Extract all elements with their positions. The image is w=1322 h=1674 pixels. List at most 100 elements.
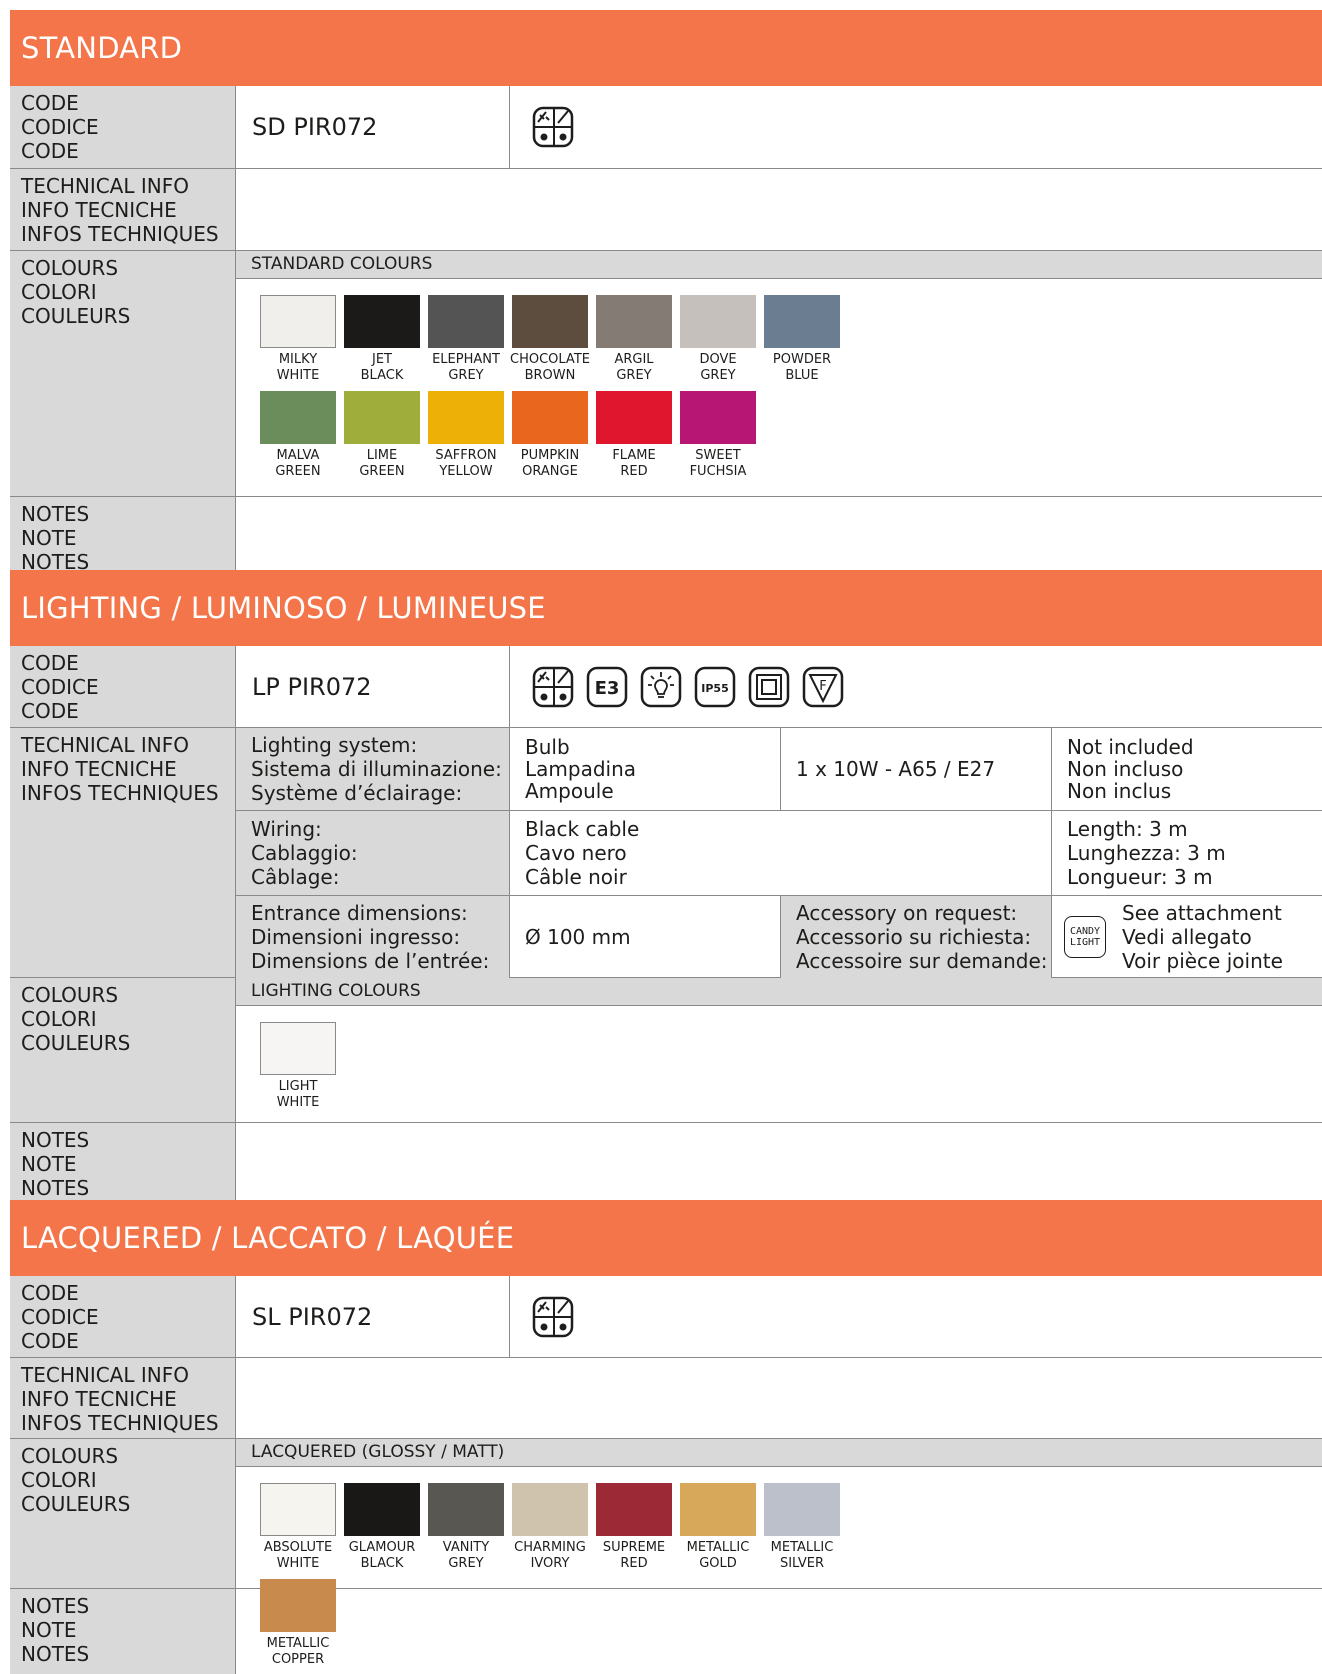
indoor-outdoor-icon (532, 666, 574, 708)
double-insulation-icon (748, 666, 790, 708)
technical-info-row: TECHNICAL INFO INFO TECNICHE INFOS TECHN… (10, 1358, 1322, 1439)
colour-name: DOVE GREY (699, 352, 737, 383)
colour-chip (344, 391, 420, 444)
icon-strip (532, 86, 574, 168)
colour-name: VANITY GREY (442, 1540, 490, 1571)
bulb-included: Not included Non incluso Non inclus (1067, 735, 1194, 803)
notes-row: NOTES NOTE NOTES (10, 497, 1322, 574)
section-lacquered: LACQUERED / LACCATO / LAQUÉE CODE CODICE… (10, 1200, 1322, 1674)
colour-chip (260, 391, 336, 444)
technical-info-label: TECHNICAL INFO INFO TECNICHE INFOS TECHN… (10, 728, 236, 977)
colour-swatch: ELEPHANT GREY (428, 295, 504, 384)
colour-swatch: VANITY GREY (428, 1483, 504, 1572)
colour-name: PUMPKIN ORANGE (520, 448, 580, 479)
product-code: SD PIR072 (236, 86, 510, 168)
notes-row: NOTES NOTE NOTES (10, 1123, 1322, 1200)
technical-info-label: TECHNICAL INFO INFO TECNICHE INFOS TECHN… (10, 169, 236, 250)
section-standard: STANDARD CODE CODICE CODE SD PIR072 TECH… (10, 10, 1322, 574)
section-title: STANDARD (10, 10, 1322, 86)
colour-swatch: SUPREME RED (596, 1483, 672, 1572)
f-mark-icon: F (802, 666, 844, 708)
colour-chip (680, 295, 756, 348)
entrance-diameter: Ø 100 mm (510, 896, 781, 978)
code-label: CODE CODICE CODE (10, 86, 236, 168)
section-title: LIGHTING / LUMINOSO / LUMINEUSE (10, 570, 1322, 646)
wiring-row: Wiring: Cablaggio: Câblage: Black cable … (236, 811, 1322, 896)
colours-subheader: LIGHTING COLOURS (236, 978, 1322, 1006)
colour-swatch: METALLIC SILVER (764, 1483, 840, 1572)
ip55-icon: IP55 (694, 666, 736, 708)
bulb-spec: 1 x 10W - A65 / E27 (781, 728, 1052, 810)
entrance-row: Entrance dimensions: Dimensioni ingresso… (236, 896, 1322, 978)
colour-name: CHOCOLATE BROWN (510, 352, 590, 383)
colours-row: COLOURS COLORI COULEURS LACQUERED (GLOSS… (10, 1439, 1322, 1667)
accessory-attachment: CANDY LIGHT See attachment Vedi allegato… (1052, 896, 1322, 978)
notes-label: NOTES NOTE NOTES (10, 1589, 236, 1674)
colour-swatch: METALLIC GOLD (680, 1483, 756, 1572)
bulb-type: Bulb Lampadina Ampoule (510, 728, 781, 810)
section-title: LACQUERED / LACCATO / LAQUÉE (10, 1200, 1322, 1276)
colour-name: SAFFRON YELLOW (435, 448, 497, 479)
colour-name: ARGIL GREY (614, 352, 654, 383)
colour-chip (512, 295, 588, 348)
colour-name: CHARMING IVORY (514, 1540, 586, 1571)
colour-name: LIGHT WHITE (276, 1079, 320, 1110)
colour-name: FLAME RED (612, 448, 656, 479)
colour-chip (764, 1483, 840, 1536)
colour-chip (344, 1483, 420, 1536)
colour-swatch: ABSOLUTE WHITE (260, 1483, 336, 1572)
colour-swatch: FLAME RED (596, 391, 672, 480)
colours-subheader: STANDARD COLOURS (236, 251, 1322, 279)
colour-chip (260, 295, 336, 348)
colour-swatch: MILKY WHITE (260, 295, 336, 384)
product-code: LP PIR072 (236, 646, 510, 727)
colour-swatch: CHARMING IVORY (512, 1483, 588, 1572)
colour-chip (596, 1483, 672, 1536)
colour-chip (680, 1483, 756, 1536)
colour-swatch: PUMPKIN ORANGE (512, 391, 588, 480)
colours-label: COLOURS COLORI COULEURS (10, 251, 236, 496)
colour-name: POWDER BLUE (772, 352, 832, 383)
colour-swatch: SWEET FUCHSIA (680, 391, 756, 480)
technical-info-row: TECHNICAL INFO INFO TECNICHE INFOS TECHN… (10, 728, 1322, 978)
colour-chip (596, 295, 672, 348)
colour-chip (596, 391, 672, 444)
colour-chip (764, 295, 840, 348)
colour-chip (428, 1483, 504, 1536)
indoor-outdoor-icon (532, 1296, 574, 1338)
colour-swatch: CHOCOLATE BROWN (510, 295, 590, 384)
colour-swatch: JET BLACK (344, 295, 420, 384)
colour-name: LIME GREEN (359, 448, 405, 479)
notes-label: NOTES NOTE NOTES (10, 1123, 236, 1200)
ip-rating-text: IP55 (701, 682, 728, 695)
colours-row: COLOURS COLORI COULEURS LIGHTING COLOURS… (10, 978, 1322, 1123)
colour-name: SUPREME RED (602, 1540, 666, 1571)
technical-info-row: TECHNICAL INFO INFO TECNICHE INFOS TECHN… (10, 169, 1322, 251)
code-row: CODE CODICE CODE SD PIR072 (10, 86, 1322, 169)
colour-chip (512, 391, 588, 444)
energy-class-text: E3 (595, 678, 620, 699)
icon-strip: E3 IP55 F (532, 646, 844, 727)
accessory-label: Accessory on request: Accessorio su rich… (781, 896, 1052, 978)
colour-name: METALLIC GOLD (686, 1540, 750, 1571)
colour-name: METALLIC SILVER (770, 1540, 834, 1571)
colour-name: ELEPHANT GREY (432, 352, 500, 383)
colour-swatch: GLAMOUR BLACK (344, 1483, 420, 1572)
colour-swatch: LIME GREEN (344, 391, 420, 480)
attachment-text: See attachment Vedi allegato Voir pièce … (1122, 901, 1283, 973)
cable-type: Black cable Cavo nero Câble noir (510, 811, 1052, 895)
colour-name: SWEET FUCHSIA (689, 448, 747, 479)
colour-swatch: MALVA GREEN (260, 391, 336, 480)
colours-row: COLOURS COLORI COULEURS STANDARD COLOURS… (10, 251, 1322, 497)
colour-name: MILKY WHITE (276, 352, 320, 383)
code-label: CODE CODICE CODE (10, 646, 236, 727)
colour-chip (428, 391, 504, 444)
colour-chip (428, 295, 504, 348)
colour-swatch: ARGIL GREY (596, 295, 672, 384)
colour-swatch: LIGHT WHITE (260, 1022, 336, 1111)
colour-chip (344, 295, 420, 348)
colour-name: GLAMOUR BLACK (348, 1540, 416, 1571)
colours-label: COLOURS COLORI COULEURS (10, 1439, 236, 1588)
colour-swatch: DOVE GREY (680, 295, 756, 384)
product-code: SL PIR072 (236, 1276, 510, 1357)
